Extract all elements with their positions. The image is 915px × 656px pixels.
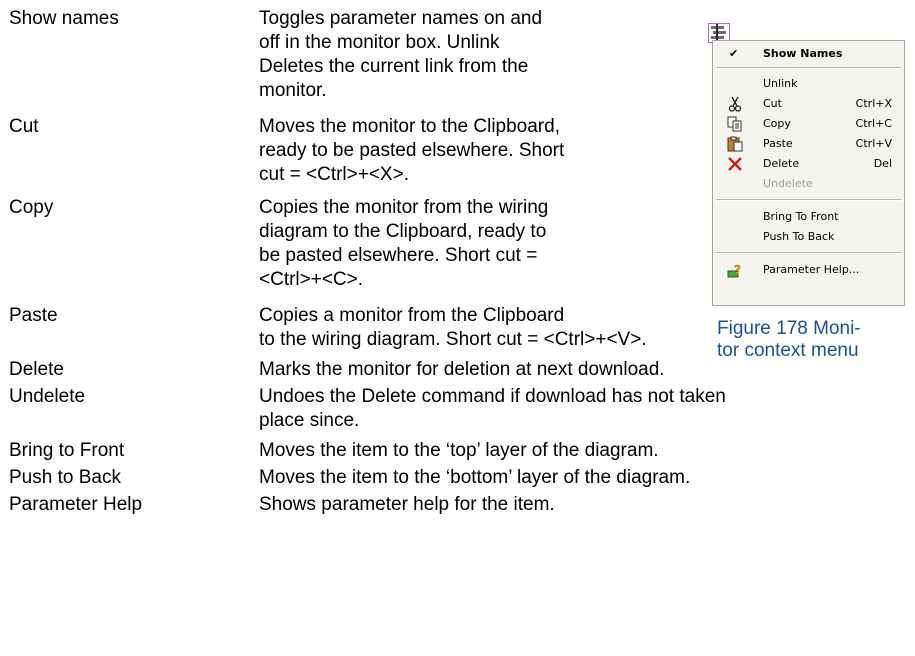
clipboard-icon [727,136,743,152]
copy-icon [727,116,742,132]
menu-item-cut[interactable]: Cut Ctrl+X [713,94,904,114]
delete-x-icon [728,157,742,171]
menu-item-undelete: Undelete [763,177,813,190]
term: Parameter Help [9,494,143,515]
menu-separator [716,252,901,254]
term: Paste [9,305,58,326]
description: Copies the monitor from the wiring diagr… [259,197,549,290]
monitor-context-menu: ✔ Show Names Unlink Cut Ctrl+X Copy Ctrl… [712,40,905,306]
menu-separator [716,199,901,201]
description: Undoes the Delete command if download ha… [259,386,726,431]
description: Moves the monitor to the Clipboard, read… [259,116,565,185]
check-icon: ✔ [729,47,739,60]
menu-item-parameter-help[interactable]: ? Parameter Help... [713,260,904,280]
menu-item-bring-to-front[interactable]: Bring To Front [713,207,904,227]
menu-item-show-names[interactable]: ✔ Show Names [713,44,904,64]
description: Toggles parameter names on and off in th… [259,8,543,101]
term: Bring to Front [9,440,125,461]
svg-text:?: ? [734,263,741,277]
figure-caption: Figure 178 Moni- tor context menu [717,318,861,361]
term: Delete [9,359,64,380]
description: Moves the item to the ‘bottom’ layer of … [259,467,691,488]
description: Shows parameter help for the item. [259,494,555,515]
menu-separator [716,67,901,69]
term: Undelete [9,386,86,407]
scissors-icon [728,96,742,112]
description: Moves the item to the ‘top’ layer of the… [259,440,659,461]
menu-item-unlink[interactable]: Unlink [713,74,904,94]
menu-item-delete[interactable]: Delete Del [713,154,904,174]
description: Marks the monitor for deletion at next d… [259,359,665,380]
description: Copies a monitor from the Clipboard to t… [259,305,647,350]
term: Push to Back [9,467,121,488]
term: Show names [9,8,119,29]
term: Cut [9,116,39,137]
menu-item-paste[interactable]: Paste Ctrl+V [713,134,904,154]
help-icon: ? [727,263,741,278]
menu-item-copy[interactable]: Copy Ctrl+C [713,114,904,134]
menu-item-push-to-back[interactable]: Push To Back [713,227,904,247]
term: Copy [9,197,54,218]
